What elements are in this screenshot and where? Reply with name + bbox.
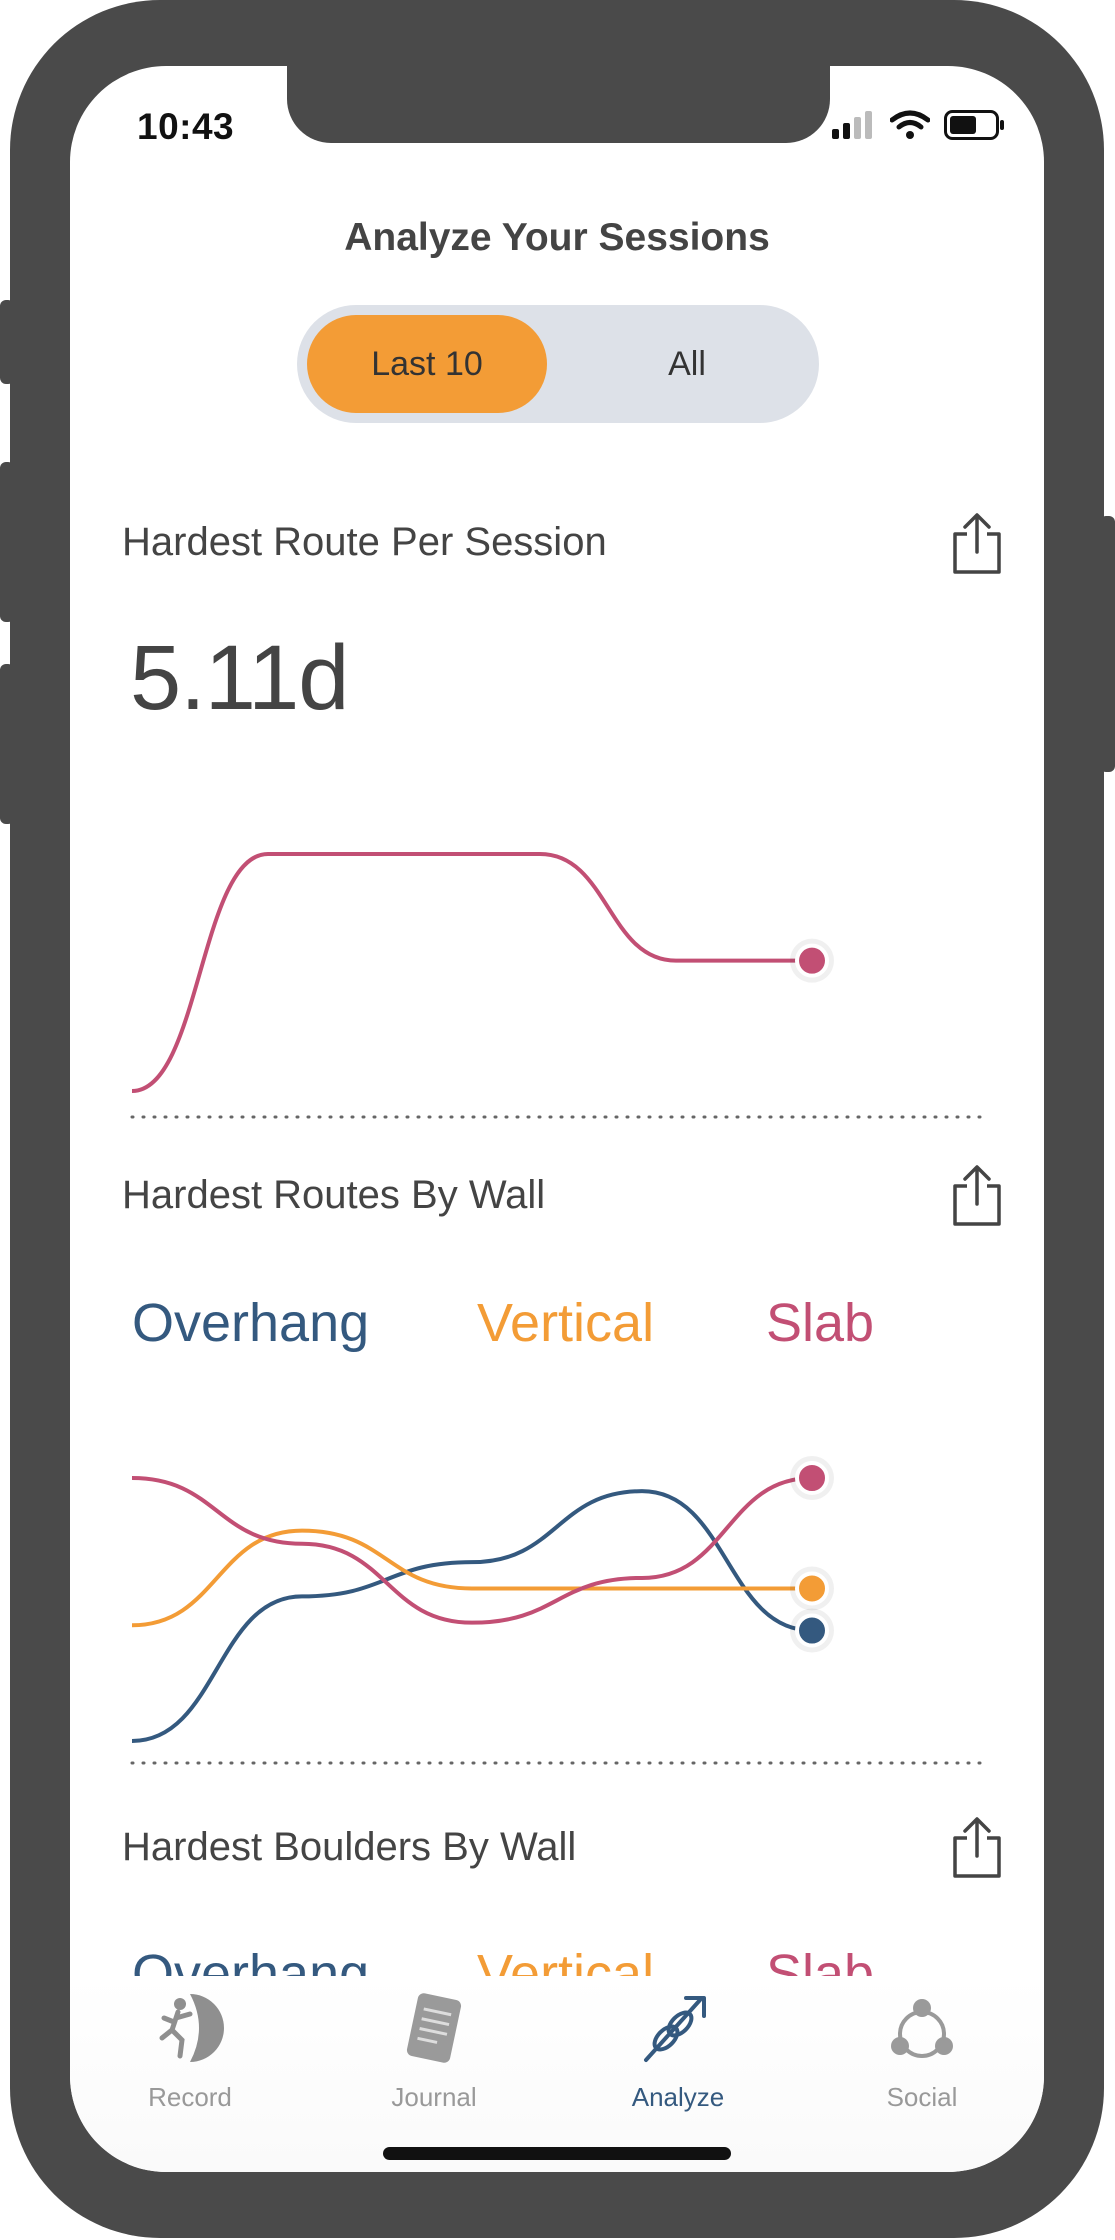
series-line-0 [131, 852, 812, 1093]
legend-overhang: Overhang [132, 1293, 370, 1353]
section-title-boulders-by-wall: Hardest Boulders By Wall [122, 1825, 577, 1869]
silent-switch [0, 300, 14, 384]
tab-label-journal: Journal [391, 2082, 477, 2112]
volume-up-button [0, 462, 14, 622]
home-indicator [383, 2147, 731, 2160]
routes-by-wall-chart [130, 1456, 984, 1765]
tab-label-social: Social [886, 2082, 958, 2112]
share-icon[interactable] [949, 512, 1005, 576]
share-icon[interactable] [949, 1164, 1005, 1228]
range-segmented-control: Last 10 All [297, 305, 819, 423]
hardest-route-chart [130, 852, 984, 1119]
tab-bar: Record Journal Analyze Social [70, 1976, 1044, 2172]
climber-icon [159, 1994, 224, 2062]
tab-label-analyze: Analyze [631, 2082, 725, 2112]
end-point-overhang [795, 1613, 829, 1648]
end-point-slab [795, 1461, 829, 1495]
social-icon [891, 1999, 953, 2058]
legend-slab: Slab [766, 1293, 875, 1353]
power-button [1100, 516, 1115, 772]
segment-last-10[interactable]: Last 10 [307, 315, 547, 413]
notch [287, 66, 830, 143]
battery-icon [944, 110, 1004, 140]
segment-all[interactable]: All [567, 315, 807, 413]
signal-icon [832, 111, 872, 139]
status-time: 10:43 [137, 106, 235, 147]
end-point-0 [795, 943, 829, 978]
knot-arrow-icon [644, 1996, 706, 2062]
status-icons [832, 110, 1006, 140]
share-icon[interactable] [949, 1816, 1005, 1880]
legend-vertical: Vertical [477, 1293, 655, 1353]
tab-label-record: Record [148, 2082, 232, 2112]
hardest-route-value: 5.11d [130, 627, 349, 729]
volume-down-button [0, 664, 14, 824]
section-title-routes-by-wall: Hardest Routes By Wall [122, 1173, 546, 1217]
page-title: Analyze Your Sessions [344, 216, 770, 259]
section-title-hardest-route: Hardest Route Per Session [122, 520, 607, 564]
end-point-vertical [795, 1571, 829, 1606]
series-line-overhang [131, 1489, 813, 1743]
series-line-slab [131, 1476, 813, 1625]
phone-screen: 10:43 Analyze Your Sessions Last 10 All … [70, 66, 1044, 2172]
wifi-icon [890, 110, 930, 139]
journal-icon [406, 1993, 462, 2063]
